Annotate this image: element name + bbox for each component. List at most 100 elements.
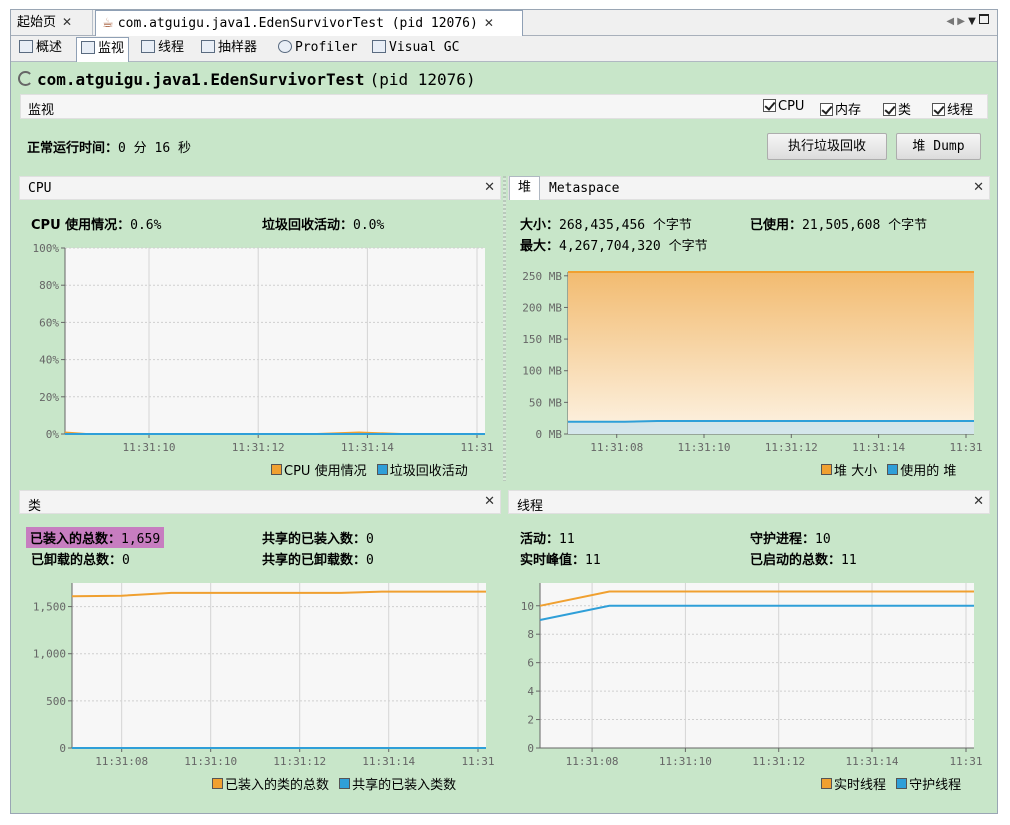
threads-legend: 实时线程 守护线程 xyxy=(815,774,961,793)
app-pid: (pid 12076) xyxy=(369,70,476,89)
shared-loaded-value: 0 xyxy=(366,532,374,547)
x-tick-label: 11:31:08 xyxy=(95,755,148,768)
x-tick-label: 11:31:14 xyxy=(846,755,899,768)
tab-sampler[interactable]: 抽样器 xyxy=(197,37,261,60)
tab-metaspace[interactable]: Metaspace xyxy=(549,181,619,196)
legend-swatch-daemon xyxy=(896,778,908,789)
x-tick-label: 11:31:10 xyxy=(123,441,176,454)
close-icon[interactable]: ✕ xyxy=(973,494,984,509)
x-tick-label: 11:31:08 xyxy=(590,441,643,454)
loaded-classes-label: 已装入的总数： xyxy=(30,532,122,547)
legend-cpu-label: CPU 使用情况 xyxy=(284,464,367,479)
tab-application[interactable]: ☕ com.atguigu.java1.EdenSurvivorTest (pi… xyxy=(95,10,523,36)
y-tick-label: 4 xyxy=(527,685,534,698)
heap-used-value: 21,505,608 个字节 xyxy=(802,218,928,233)
peak-threads-stat: 实时峰值：11 xyxy=(520,549,601,568)
shared-unloaded-label: 共享的已卸载数： xyxy=(262,553,367,568)
heap-max-stat: 最大：4,267,704,320 个字节 xyxy=(520,235,708,254)
x-tick-label: 11:31:12 xyxy=(765,441,818,454)
checkbox-threads[interactable]: 线程 xyxy=(932,99,973,118)
x-tick-label: 11:31:08 xyxy=(566,755,619,768)
tab-profiler[interactable]: Profiler xyxy=(274,37,362,60)
visual-gc-icon xyxy=(372,40,386,53)
legend-swatch-heap-size xyxy=(821,464,832,475)
dropdown-icon[interactable]: ▼ xyxy=(968,16,976,27)
plot-area xyxy=(65,248,485,434)
y-tick-label: 200 MB xyxy=(522,301,562,314)
page-title: com.atguigu.java1.EdenSurvivorTest (pid … xyxy=(18,70,476,89)
tab-threads-label: 线程 xyxy=(158,40,185,55)
tab-threads[interactable]: 线程 xyxy=(137,37,188,60)
checkbox-cpu-label: CPU xyxy=(778,99,805,114)
cpu-usage-stat: CPU 使用情况：0.6% xyxy=(31,214,161,233)
tab-overview[interactable]: 概述 xyxy=(15,37,66,60)
peak-threads-label: 实时峰值： xyxy=(520,553,586,568)
scroll-left-icon[interactable]: ◀ xyxy=(946,16,954,27)
checkbox-cpu[interactable]: CPU xyxy=(763,99,804,114)
heap-max-value: 4,267,704,320 个字节 xyxy=(559,239,708,254)
started-threads-stat: 已启动的总数：11 xyxy=(750,549,857,568)
shared-unloaded-value: 0 xyxy=(366,553,374,568)
series-area-0 xyxy=(568,272,974,434)
cpu-chart: 0% 20% 40% 60% 80% 100% 11:31:10 11:31:12 11:31:… xyxy=(33,242,494,454)
tab-monitor[interactable]: 监视 xyxy=(76,37,130,62)
overview-icon xyxy=(19,40,33,53)
classes-chart: 0 500 1,000 1,500 11:31:08 11:31:10 11:31:12 11… xyxy=(33,583,495,768)
heap-size-label: 大小： xyxy=(520,218,560,233)
heap-dump-button[interactable]: 堆 Dump xyxy=(896,133,981,160)
gc-button[interactable]: 执行垃圾回收 xyxy=(767,133,887,160)
checkbox-classes-label: 类 xyxy=(898,103,912,118)
y-tick-label: 250 MB xyxy=(522,270,562,283)
close-icon[interactable]: ✕ xyxy=(484,494,495,509)
legend-swatch-cpu xyxy=(271,464,282,475)
heap-size-stat: 大小：268,435,456 个字节 xyxy=(520,214,692,233)
loaded-classes-value: 1,659 xyxy=(121,532,161,547)
peak-threads-value: 11 xyxy=(585,553,601,568)
heap-used-label: 已使用： xyxy=(750,218,803,233)
y-tick-label: 10 xyxy=(521,600,534,613)
x-tick-label: 11:31:10 xyxy=(184,755,237,768)
java-cup-icon: ☕ xyxy=(102,16,114,31)
splitter[interactable] xyxy=(503,176,506,481)
y-tick-label: 500 xyxy=(46,695,66,708)
checkbox-classes[interactable]: 类 xyxy=(883,99,911,118)
daemon-threads-value: 10 xyxy=(815,532,831,547)
heap-legend: 堆 大小 使用的 堆 xyxy=(815,460,956,479)
legend-heap-size-label: 堆 大小 xyxy=(834,464,878,479)
scroll-right-icon[interactable]: ▶ xyxy=(957,16,965,27)
close-icon[interactable]: ✕ xyxy=(973,180,984,195)
y-tick-label: 40% xyxy=(39,354,59,367)
close-icon[interactable]: ✕ xyxy=(62,15,72,29)
plot-area xyxy=(540,583,974,748)
x-tick-label: 11:31 xyxy=(460,441,493,454)
threads-panel-title: 线程 xyxy=(517,499,544,514)
x-tick-label: 11:31:10 xyxy=(678,441,731,454)
legend-swatch-live xyxy=(821,778,832,789)
x-tick-label: 11:31:14 xyxy=(852,441,905,454)
classes-legend: 已装入的类的总数 共享的已装入类数 xyxy=(206,774,456,793)
checkbox-memory[interactable]: 内存 xyxy=(820,99,861,118)
close-icon[interactable]: ✕ xyxy=(484,180,495,195)
live-threads-label: 活动： xyxy=(520,532,560,547)
live-threads-stat: 活动：11 xyxy=(520,528,575,547)
heap-used-stat: 已使用：21,505,608 个字节 xyxy=(750,214,927,233)
y-tick-label: 80% xyxy=(39,279,59,292)
daemon-threads-label: 守护进程： xyxy=(750,532,816,547)
tab-heap[interactable]: 堆 xyxy=(509,176,541,200)
y-tick-label: 20% xyxy=(39,391,59,404)
gc-activity-stat: 垃圾回收活动：0.0% xyxy=(262,214,384,233)
y-tick-label: 150 MB xyxy=(522,333,562,346)
x-tick-label: 11:31:14 xyxy=(341,441,394,454)
heap-max-label: 最大： xyxy=(520,239,560,254)
started-threads-value: 11 xyxy=(841,553,857,568)
maximize-icon[interactable] xyxy=(979,14,989,24)
tab-start-label: 起始页 xyxy=(17,15,57,30)
uptime-value: 0 分 16 秒 xyxy=(118,141,191,156)
close-icon[interactable]: ✕ xyxy=(484,16,494,30)
tab-visual-gc[interactable]: Visual GC xyxy=(368,37,463,60)
clock-icon xyxy=(278,40,292,53)
classes-panel-header: 类 ✕ xyxy=(19,490,501,514)
tab-start-page[interactable]: 起始页 ✕ xyxy=(11,10,93,35)
sampler-icon xyxy=(201,40,215,53)
monitor-header: 监视 CPU 内存 类 线程 xyxy=(20,94,988,119)
